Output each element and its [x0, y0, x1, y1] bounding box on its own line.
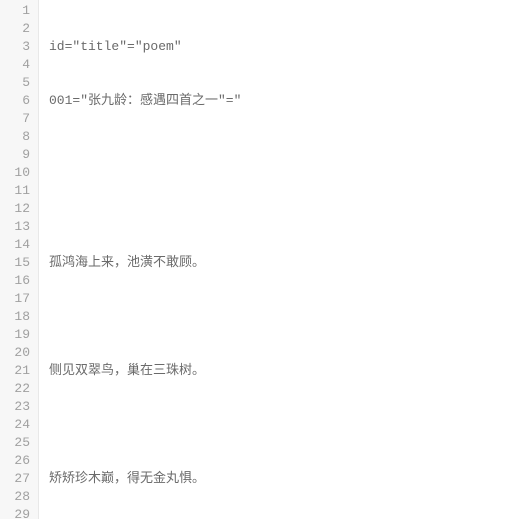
- line-number: 2: [6, 20, 30, 38]
- line-number: 5: [6, 74, 30, 92]
- line-number: 12: [6, 200, 30, 218]
- code-line[interactable]: 侧见双翠鸟，巢在三珠树。: [49, 362, 522, 380]
- code-editor[interactable]: 1 2 3 4 5 6 7 8 9 10 11 12 13 14 15 16 1…: [0, 0, 522, 519]
- line-number: 18: [6, 308, 30, 326]
- code-line[interactable]: 矫矫珍木巅，得无金丸惧。: [49, 470, 522, 488]
- code-line[interactable]: [49, 416, 522, 434]
- line-number: 8: [6, 128, 30, 146]
- code-line[interactable]: [49, 308, 522, 326]
- line-number: 25: [6, 434, 30, 452]
- code-area[interactable]: id="title"="poem" 001="张九龄：感遇四首之一"=" 孤鸿海…: [39, 0, 522, 519]
- line-number: 22: [6, 380, 30, 398]
- line-number: 10: [6, 164, 30, 182]
- line-number: 27: [6, 470, 30, 488]
- line-number: 11: [6, 182, 30, 200]
- code-line[interactable]: 001="张九龄：感遇四首之一"=": [49, 92, 522, 110]
- line-number: 9: [6, 146, 30, 164]
- code-line[interactable]: [49, 200, 522, 218]
- line-number: 26: [6, 452, 30, 470]
- line-number: 17: [6, 290, 30, 308]
- line-number: 20: [6, 344, 30, 362]
- line-number: 1: [6, 2, 30, 20]
- line-number: 24: [6, 416, 30, 434]
- code-line[interactable]: 孤鸿海上来，池潢不敢顾。: [49, 254, 522, 272]
- line-number: 21: [6, 362, 30, 380]
- line-number: 15: [6, 254, 30, 272]
- line-number: 16: [6, 272, 30, 290]
- line-number: 3: [6, 38, 30, 56]
- line-number: 13: [6, 218, 30, 236]
- line-number: 6: [6, 92, 30, 110]
- line-number: 19: [6, 326, 30, 344]
- line-number-gutter: 1 2 3 4 5 6 7 8 9 10 11 12 13 14 15 16 1…: [0, 0, 39, 519]
- code-line[interactable]: [49, 146, 522, 164]
- line-number: 14: [6, 236, 30, 254]
- line-number: 7: [6, 110, 30, 128]
- line-number: 29: [6, 506, 30, 519]
- line-number: 23: [6, 398, 30, 416]
- code-line[interactable]: id="title"="poem": [49, 38, 522, 56]
- line-number: 4: [6, 56, 30, 74]
- line-number: 28: [6, 488, 30, 506]
